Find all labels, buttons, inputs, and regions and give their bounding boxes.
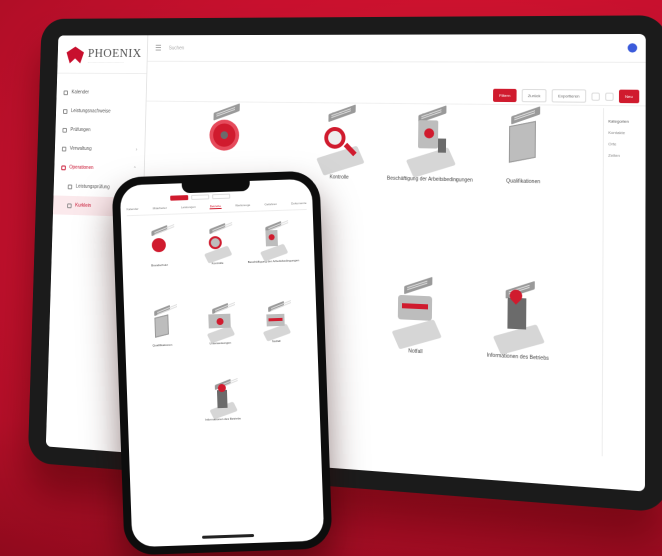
module-tile[interactable] xyxy=(179,103,269,173)
module-label: Notfall xyxy=(408,348,423,356)
category-item[interactable]: Kontakte xyxy=(608,130,641,136)
module-label: Beschäftigung der Arbeitsbedingungen xyxy=(386,175,473,184)
phone-device: Kalender Mitarbeiter Leistungen Betriebe… xyxy=(111,170,333,556)
module-label: Qualifikationen xyxy=(152,342,173,348)
phone-screen: Kalender Mitarbeiter Leistungen Betriebe… xyxy=(119,178,325,548)
tab-kalender[interactable]: Kalender xyxy=(127,207,139,212)
gear-icon xyxy=(141,224,176,263)
brand-tagline: ········································… xyxy=(87,60,124,65)
toolbar: Filtern Zurück Exportieren Neu xyxy=(146,84,646,107)
module-tile[interactable]: Unterweisungen xyxy=(192,302,247,346)
folder-icon xyxy=(61,146,67,151)
check-icon xyxy=(62,127,67,133)
home-indicator[interactable] xyxy=(202,533,255,539)
tab-betriebe[interactable]: Betriebe xyxy=(209,203,222,210)
search-input[interactable]: Suchen xyxy=(169,45,185,51)
document-icon xyxy=(62,108,68,114)
module-label: Kontrolle xyxy=(211,260,224,266)
category-panel-title: Kategorien xyxy=(608,118,629,124)
ambulance-icon xyxy=(258,300,293,342)
sidebar-item-operationen[interactable]: Operationen ⌃ xyxy=(54,158,144,179)
category-item[interactable]: Orte xyxy=(608,141,641,147)
module-label: Unterweisungen xyxy=(209,340,232,346)
avatar[interactable] xyxy=(627,43,638,53)
filter-button[interactable] xyxy=(170,195,189,201)
module-tile[interactable]: Kontrolle xyxy=(293,104,387,182)
certificate-icon xyxy=(492,106,554,175)
user-icon xyxy=(67,202,72,208)
certificate-icon xyxy=(144,304,179,343)
module-tile[interactable]: Informationen des Betriebs xyxy=(468,281,568,364)
module-label: Notfall xyxy=(271,338,281,344)
module-tile[interactable]: Qualifikationen xyxy=(134,304,189,348)
sidebar-item-verwaltung[interactable]: Verwaltung › xyxy=(55,139,145,160)
list-icon xyxy=(61,165,66,170)
sidebar-item-pruefungen[interactable]: Prüfungen xyxy=(55,120,145,140)
chevron-down-icon: › xyxy=(135,147,138,153)
hamburger-menu-icon[interactable]: ☰ xyxy=(155,44,162,53)
new-button[interactable]: Neu xyxy=(618,89,640,104)
magnifier-icon xyxy=(199,222,234,264)
module-tile[interactable]: Beschäftigung der Arbeitsbedingungen xyxy=(382,105,479,184)
module-label: Beschäftigung der Arbeitsbedingungen xyxy=(247,258,300,265)
phone-tabs: Kalender Mitarbeiter Leistungen Betriebe… xyxy=(126,200,307,217)
tab-dokumente[interactable]: Dokumente xyxy=(291,201,307,207)
clipboard-icon xyxy=(400,105,461,178)
module-tile[interactable]: Notfall xyxy=(248,300,303,344)
export-button[interactable]: Exportieren xyxy=(551,89,586,103)
calendar-icon xyxy=(63,89,69,95)
phoenix-logo-icon xyxy=(64,45,84,66)
module-tile[interactable]: Informationen des Betriebs xyxy=(195,378,250,422)
sidebar-item-kalender[interactable]: Kalender xyxy=(56,83,146,103)
brand-logo[interactable]: PHOENIX ································… xyxy=(57,35,148,75)
tab-mitarbeiter[interactable]: Mitarbeiter xyxy=(153,206,167,211)
chevron-up-icon: ⌃ xyxy=(132,166,137,172)
clipboard-icon xyxy=(255,220,290,262)
module-tile[interactable]: Qualifikationen xyxy=(474,106,574,187)
module-tile[interactable]: Brandschutz xyxy=(131,224,186,268)
building-info-icon xyxy=(205,378,240,420)
module-label: Qualifikationen xyxy=(506,178,541,186)
sidebar-item-leistungsnachweise[interactable]: Leistungsnachweise xyxy=(56,102,146,122)
phone-notch xyxy=(181,180,251,194)
ambulance-icon xyxy=(386,276,447,350)
module-label: Brandschutz xyxy=(151,262,168,268)
filter-button[interactable]: Filtern xyxy=(492,88,517,103)
category-panel: Kategorien Kontakte Orte Zeiten xyxy=(601,108,646,460)
module-label: Informationen des Betriebs xyxy=(486,352,549,363)
phone-toolbar xyxy=(170,193,231,201)
pin-icon xyxy=(67,184,73,189)
brand-name: PHOENIX xyxy=(87,45,142,60)
export-button[interactable] xyxy=(212,193,231,200)
gear-icon xyxy=(196,103,253,169)
more-icon[interactable] xyxy=(604,92,614,101)
topbar: ☰ Suchen xyxy=(147,33,646,63)
back-button[interactable] xyxy=(191,194,210,200)
tab-werkzeuge[interactable]: Werkzeuge xyxy=(235,203,250,209)
category-item[interactable]: Zeiten xyxy=(608,153,641,159)
settings-icon[interactable] xyxy=(591,91,600,101)
back-button[interactable]: Zurück xyxy=(521,88,547,103)
building-info-icon xyxy=(487,281,550,355)
module-tile[interactable]: Kontrolle xyxy=(189,222,244,266)
module-tile[interactable]: Beschäftigung der Arbeitsbedingungen xyxy=(245,220,300,265)
magnifier-icon xyxy=(310,104,369,176)
module-tile[interactable]: Notfall xyxy=(368,276,465,357)
module-label: Informationen des Betriebs xyxy=(204,416,241,422)
presentation-icon xyxy=(202,302,237,344)
tab-leistungen[interactable]: Leistungen xyxy=(181,205,196,211)
tab-gefahren[interactable]: Gefahren xyxy=(264,202,277,207)
